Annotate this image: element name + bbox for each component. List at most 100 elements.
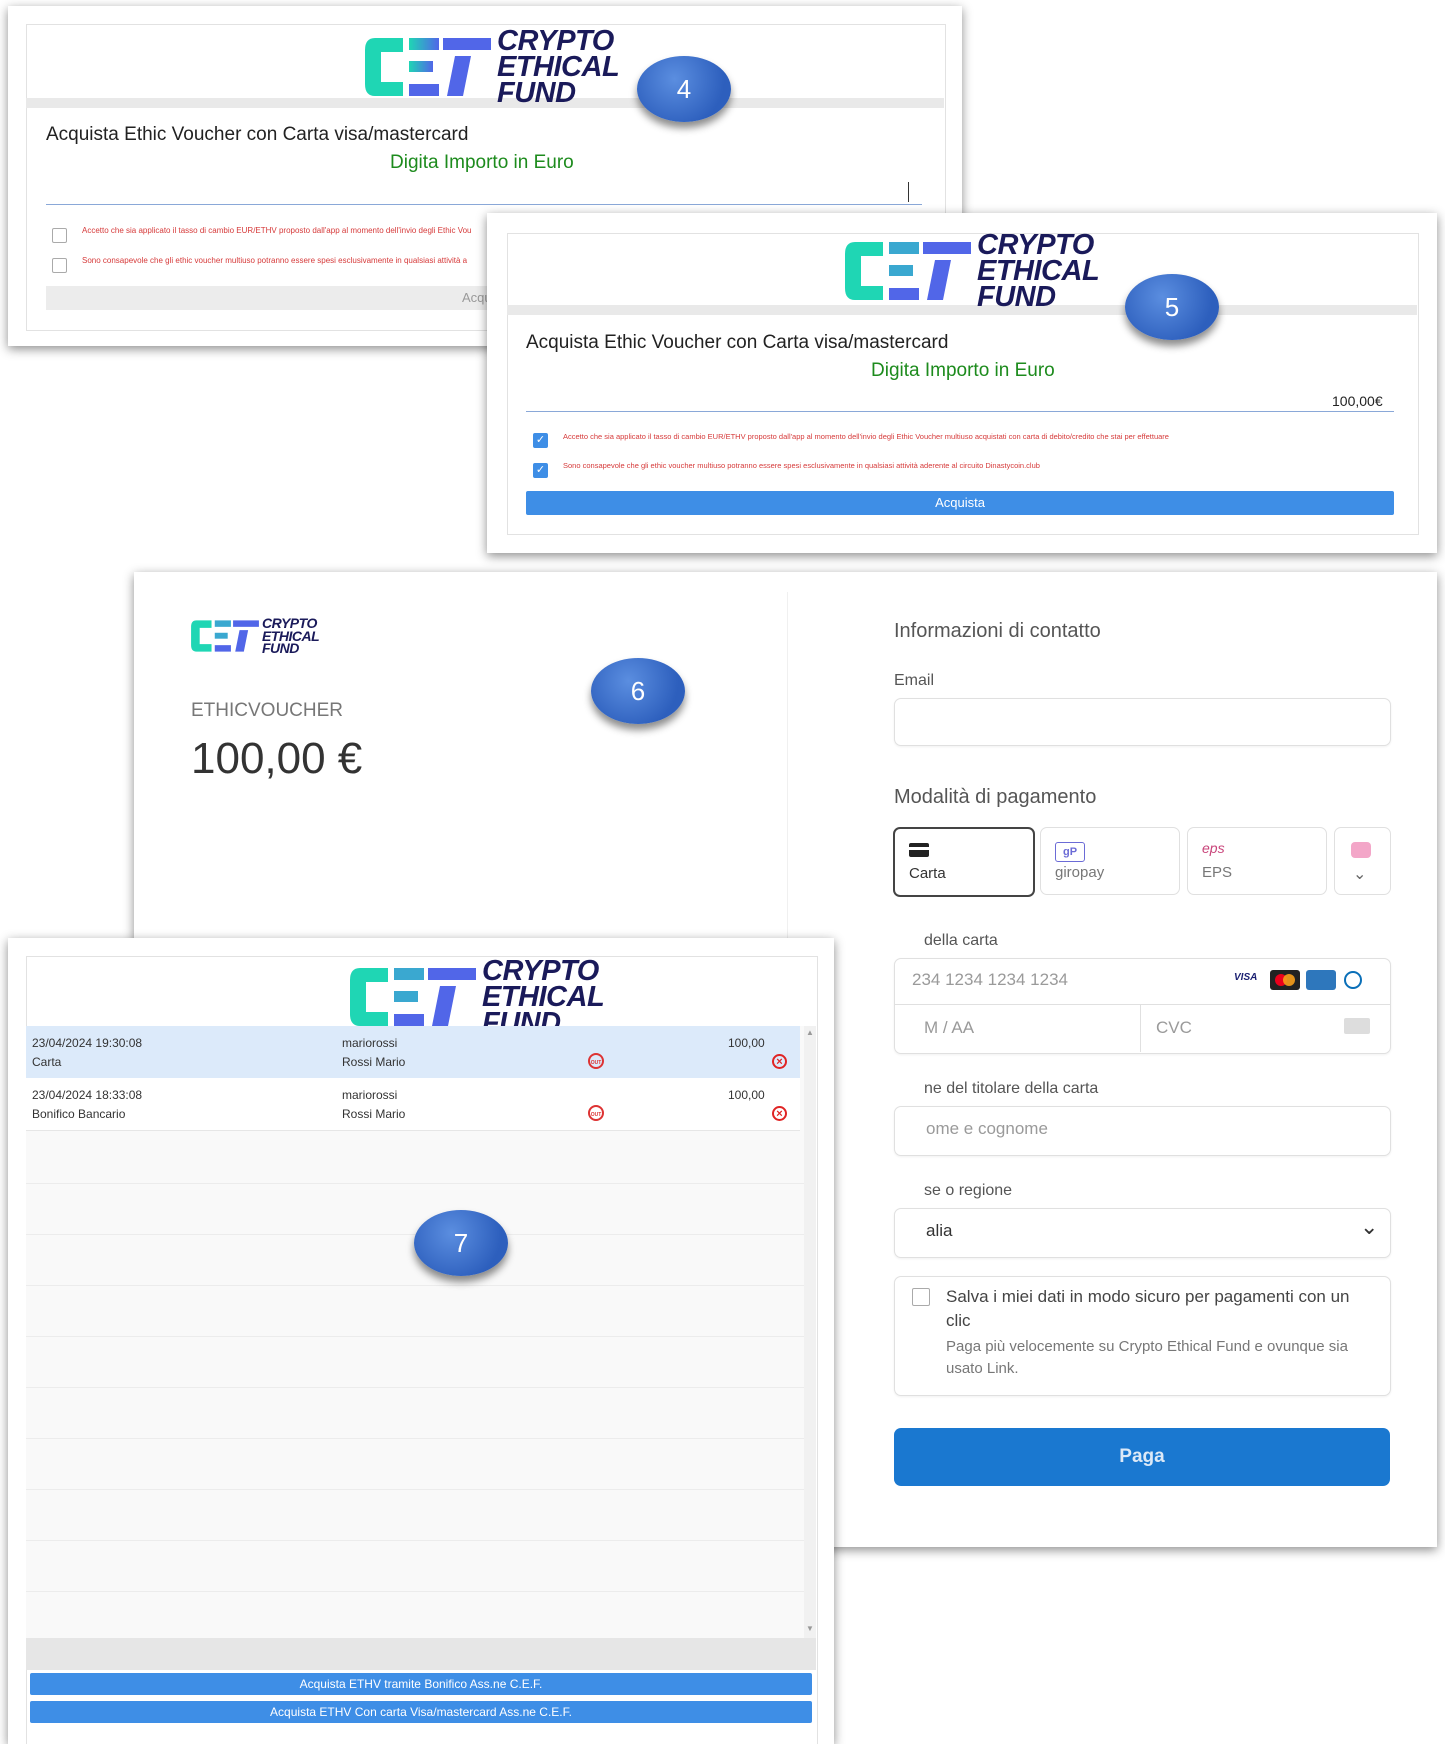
buy-card-button[interactable]: Acquista ETHV Con carta Visa/mastercard … — [30, 1701, 812, 1723]
cef-logo: CRYPTO ETHICAL FUND — [363, 26, 620, 110]
payment-method-giropay[interactable]: gP giropay — [1040, 827, 1180, 895]
payment-method-label: EPS — [1202, 864, 1233, 881]
delete-icon[interactable]: × — [772, 1054, 787, 1069]
logo-line3: FUND — [262, 640, 299, 657]
table-row[interactable]: 23/04/2024 19:30:08 Carta mariorossi Ros… — [26, 1026, 800, 1079]
cef-logo: CRYPTO ETHICAL FUND — [348, 956, 605, 1038]
card-divider-vertical — [1140, 1005, 1141, 1052]
logo-line3: FUND — [977, 281, 1056, 314]
diners-icon — [1344, 971, 1362, 989]
more-payment-methods[interactable]: ⌄ — [1334, 827, 1391, 895]
card-divider — [894, 1004, 1390, 1005]
save-info-checkbox[interactable] — [912, 1288, 930, 1306]
empty-row-line — [26, 1387, 804, 1388]
scrollbar[interactable]: ▲ ▼ — [804, 1026, 816, 1638]
empty-row-line — [26, 1285, 804, 1286]
cardholder-placeholder: ome e cognome — [926, 1119, 1048, 1138]
voucher-usage-checkbox[interactable]: ✓ — [533, 463, 548, 478]
cef-logo-icon — [845, 242, 971, 301]
step-badge-5: 5 — [1125, 274, 1219, 340]
row-amount: 100,00 — [728, 1088, 765, 1102]
panel-step-5: CRYPTO ETHICAL FUND Acquista Ethic Vouch… — [487, 213, 1437, 553]
row-user: mariorossi — [342, 1088, 398, 1102]
payment-method-label: giropay — [1055, 864, 1105, 881]
cef-logo-icon — [350, 968, 476, 1027]
cardholder-label: ne del titolare della carta — [924, 1080, 1099, 1097]
row-method: Carta — [32, 1055, 62, 1069]
payment-method-card[interactable]: Carta — [893, 827, 1035, 897]
card-number-input[interactable]: 234 1234 1234 1234 — [912, 970, 1068, 990]
step-badge-7: 7 — [414, 1210, 508, 1276]
row-datetime: 23/04/2024 18:33:08 — [32, 1088, 143, 1102]
panel-step-7: CRYPTO ETHICAL FUND 23/04/2024 19:30:08 … — [8, 938, 834, 1744]
buy-bank-transfer-button[interactable]: Acquista ETHV tramite Bonifico Ass.ne C.… — [30, 1673, 812, 1695]
empty-row-line — [26, 1591, 804, 1592]
expiry-input[interactable]: M / AA — [924, 1018, 974, 1038]
cvc-icon — [1344, 1018, 1370, 1034]
country-label: se o regione — [924, 1182, 1013, 1199]
table-row[interactable]: 23/04/2024 18:33:08 Bonifico Bancario ma… — [26, 1078, 800, 1131]
amount-prompt: Digita Importo in Euro — [871, 360, 1055, 381]
amount-value: 100,00€ — [1332, 393, 1383, 409]
step-badge-4: 4 — [637, 56, 731, 122]
text-cursor — [908, 182, 909, 202]
klarna-icon — [1351, 842, 1371, 858]
cvc-input[interactable]: CVC — [1156, 1018, 1192, 1038]
contact-heading: Informazioni di contatto — [894, 620, 1101, 642]
delete-icon[interactable]: × — [772, 1106, 787, 1121]
cef-logo: CRYPTO ETHICAL FUND — [843, 230, 1100, 314]
row-amount: 100,00 — [728, 1036, 765, 1050]
scroll-down-icon[interactable]: ▼ — [806, 1624, 814, 1633]
cef-logo: CRYPTO ETHICAL FUND — [190, 616, 320, 657]
eps-icon: eps — [1202, 840, 1225, 856]
voucher-usage-text: Sono consapevole che gli ethic voucher m… — [82, 256, 468, 265]
visa-icon: VISA — [1234, 972, 1258, 983]
empty-row-line — [26, 1438, 804, 1439]
chevron-down-icon: ⌄ — [1353, 866, 1367, 883]
empty-row-line — [26, 1540, 804, 1541]
out-icon[interactable]: OUT — [588, 1053, 604, 1069]
pay-button[interactable]: Paga — [894, 1428, 1390, 1486]
exchange-rate-checkbox[interactable]: ✓ — [533, 433, 548, 448]
page-title: Acquista Ethic Voucher con Carta visa/ma… — [46, 124, 469, 145]
card-info-label: della carta — [924, 932, 998, 949]
payment-method-eps[interactable]: eps EPS — [1187, 827, 1327, 895]
empty-row-line — [26, 1336, 804, 1337]
exchange-rate-text: Accetto che sia applicato il tasso di ca… — [82, 226, 472, 235]
empty-row-line — [26, 1489, 804, 1490]
exchange-rate-checkbox[interactable] — [52, 228, 67, 243]
mastercard-icon — [1270, 970, 1300, 990]
email-input[interactable] — [894, 698, 1391, 746]
out-icon[interactable]: OUT — [588, 1105, 604, 1121]
save-info-subtitle: Paga più velocemente su Crypto Ethical F… — [946, 1338, 1348, 1377]
country-select[interactable] — [894, 1208, 1391, 1258]
voucher-usage-text: Sono consapevole che gli ethic voucher m… — [563, 461, 1040, 470]
row-method: Bonifico Bancario — [32, 1107, 126, 1121]
card-icon — [909, 843, 929, 857]
amount-input[interactable] — [526, 411, 1394, 412]
empty-row-line — [26, 1183, 804, 1184]
row-name: Rossi Mario — [342, 1055, 406, 1069]
chevron-down-icon: ⌄ — [1360, 1214, 1379, 1239]
product-name: ETHICVOUCHER — [191, 700, 344, 721]
voucher-usage-checkbox[interactable] — [52, 258, 67, 273]
logo-line3: FUND — [497, 77, 576, 110]
save-info-title: Salva i miei dati in modo sicuro per pag… — [946, 1287, 1350, 1330]
payment-heading: Modalità di pagamento — [894, 786, 1097, 808]
cef-logo-icon — [365, 38, 491, 97]
row-name: Rossi Mario — [342, 1107, 406, 1121]
step-badge-6: 6 — [591, 658, 685, 724]
payment-method-label: Carta — [909, 865, 946, 882]
email-label: Email — [894, 672, 935, 689]
country-value: alia — [926, 1221, 953, 1240]
buy-button[interactable]: Acquista — [526, 491, 1394, 515]
page-title: Acquista Ethic Voucher con Carta visa/ma… — [526, 332, 949, 353]
amex-icon — [1306, 970, 1336, 990]
row-user: mariorossi — [342, 1036, 398, 1050]
scroll-up-icon[interactable]: ▲ — [806, 1028, 814, 1037]
cef-logo-icon — [191, 620, 259, 652]
row-datetime: 23/04/2024 19:30:08 — [32, 1036, 143, 1050]
footer-band — [26, 1638, 816, 1670]
amount-input[interactable] — [46, 204, 922, 205]
exchange-rate-text: Accetto che sia applicato il tasso di ca… — [563, 432, 1169, 441]
